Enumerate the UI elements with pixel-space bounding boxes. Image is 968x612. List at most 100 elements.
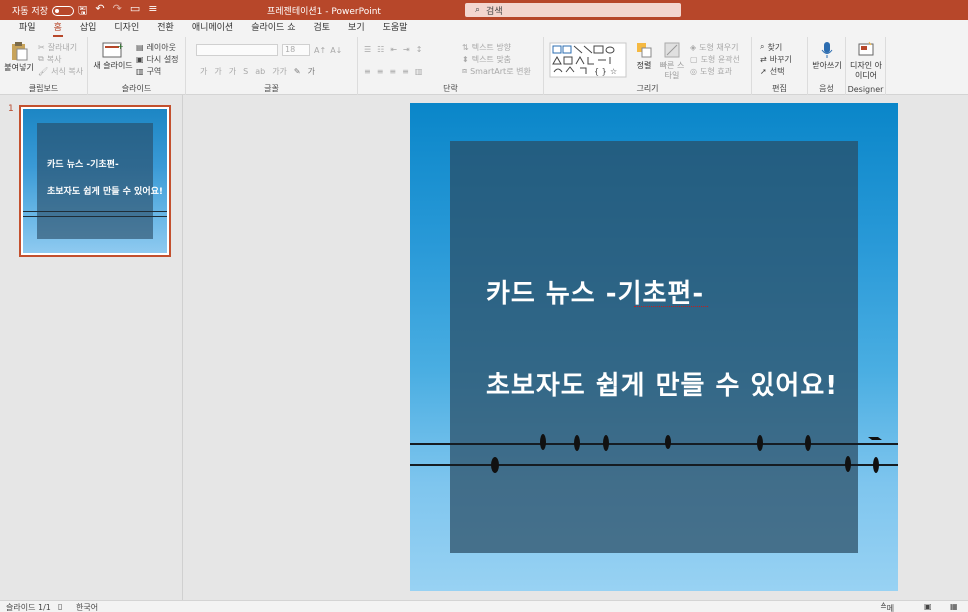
designer-group: 디자인 아이디어 Designer <box>846 37 886 95</box>
columns-icon[interactable]: ▥ <box>415 67 423 76</box>
copy-button[interactable]: ⧉ 복사 <box>38 53 83 65</box>
italic-icon[interactable]: 가 <box>214 66 221 77</box>
decrease-indent-icon[interactable]: ⇤ <box>390 45 397 54</box>
font-size-dropdown[interactable]: 18 <box>282 44 310 56</box>
quick-styles-button[interactable]: 빠른 스타일 <box>658 41 686 81</box>
tab-slideshow[interactable]: 슬라이드 쇼 <box>242 20 304 37</box>
slide-subtitle[interactable]: 초보자도 쉽게 만들 수 있어요! <box>486 365 838 402</box>
find-icon: ⌕ <box>760 42 765 51</box>
character-spacing-icon[interactable]: ab <box>255 67 265 76</box>
customize-quick-access-icon[interactable]: ≡ <box>148 2 157 21</box>
slides-group-label: 슬라이드 <box>121 84 152 93</box>
editing-group: ⌕ 찾기 ⇄ 바꾸기 ➚ 선택 편집 <box>752 37 808 95</box>
new-slide-label: 새 슬라이드 <box>93 61 133 70</box>
spellcheck-underline <box>634 305 708 307</box>
tab-home[interactable]: 홈 <box>45 20 71 37</box>
shapes-gallery[interactable]: { } ☆ <box>548 41 628 79</box>
text-direction-icon: ⇅ <box>462 42 469 52</box>
tab-help[interactable]: 도움말 <box>374 20 417 37</box>
shrink-font-icon[interactable]: A↓ <box>330 44 342 56</box>
autosave-toggle[interactable] <box>51 5 74 16</box>
layout-icon: ▤ <box>136 42 144 52</box>
reset-icon: ▣ <box>136 54 144 64</box>
save-icon[interactable]: 🖫 <box>78 2 87 21</box>
layout-button[interactable]: ▤ 레이아웃 <box>136 41 179 53</box>
normal-view-icon[interactable]: ▣ <box>924 602 932 611</box>
tab-insert[interactable]: 삽입 <box>71 20 106 37</box>
shape-effects-button[interactable]: ◎ 도형 효과 <box>690 65 740 77</box>
section-icon: ▥ <box>136 66 144 76</box>
align-text-button[interactable]: ⬍ 텍스트 맞춤 <box>462 53 531 65</box>
align-left-icon[interactable]: ≡ <box>364 67 371 76</box>
grow-font-icon[interactable]: A↑ <box>314 44 326 56</box>
align-right-icon[interactable]: ≡ <box>389 67 396 76</box>
font-name-dropdown[interactable] <box>196 44 278 56</box>
text-direction-button[interactable]: ⇅ 텍스트 방향 <box>462 41 531 53</box>
clipboard-group: 붙여넣기 ✂ 잘라내기 ⧉ 복사 🖌 서식 복사 클립보드 <box>0 37 88 95</box>
shape-fill-button[interactable]: ◈ 도형 채우기 <box>690 41 740 53</box>
clipboard-group-label: 클립보드 <box>28 84 59 93</box>
design-ideas-icon <box>858 41 874 56</box>
editing-group-label: 편집 <box>772 84 787 93</box>
shape-effects-icon: ◎ <box>690 66 697 76</box>
find-button[interactable]: ⌕ 찾기 <box>760 41 792 53</box>
search-icon: ⌕ <box>475 5 481 15</box>
smartart-icon: ⧈ <box>462 66 468 75</box>
dictate-label: 받아쓰기 <box>812 61 842 70</box>
new-slide-icon: + <box>102 42 124 58</box>
select-button[interactable]: ➚ 선택 <box>760 65 792 77</box>
format-painter-button[interactable]: 🖌 서식 복사 <box>38 65 83 77</box>
shape-outline-button[interactable]: ▢ 도형 윤곽선 <box>690 53 740 65</box>
title-bar: 자동 저장 🖫 ↶ ↷ ▭ ≡ 프레젠테이션1 - PowerPoint ⌕ 검… <box>0 0 968 20</box>
slide-thumbnail[interactable]: 카드 뉴스 -기초편- 초보자도 쉽게 만들 수 있어요! <box>19 105 171 257</box>
tab-review[interactable]: 검토 <box>304 20 339 37</box>
language-indicator[interactable]: 한국어 <box>76 602 98 612</box>
paragraph-group: ☰ ☷ ⇤ ⇥ ↕ ≡ ≡ ≡ ≡ ▥ ⇅ 텍스트 방향 ⬍ 텍스트 맞춤 ⧈ Sma… <box>358 37 544 95</box>
design-ideas-button[interactable]: 디자인 아이디어 <box>848 41 884 81</box>
replace-button[interactable]: ⇄ 바꾸기 <box>760 53 792 65</box>
new-slide-button[interactable]: + 새 슬라이드 <box>92 41 134 71</box>
tab-design[interactable]: 디자인 <box>105 20 148 37</box>
undo-icon[interactable]: ↶ <box>95 2 104 21</box>
bullets-icon[interactable]: ☰ <box>364 45 371 54</box>
paste-button[interactable]: 붙여넣기 <box>4 41 34 73</box>
increase-indent-icon[interactable]: ⇥ <box>403 45 410 54</box>
slide-sorter-icon[interactable]: ▦ <box>950 602 958 611</box>
text-highlight-icon[interactable]: 가 <box>308 66 315 77</box>
dictate-button[interactable]: 받아쓰기 <box>812 41 842 71</box>
format-painter-icon: 🖌 <box>38 66 49 76</box>
arrange-label: 정렬 <box>636 61 652 70</box>
tab-view[interactable]: 보기 <box>339 20 374 37</box>
shape-fill-icon: ◈ <box>690 42 697 52</box>
accessibility-icon[interactable]: ▯ <box>58 602 62 611</box>
bold-icon[interactable]: 가 <box>200 66 207 77</box>
quick-styles-label: 빠른 스타일 <box>659 61 685 80</box>
start-from-beginning-icon[interactable]: ▭ <box>130 2 140 21</box>
tab-animations[interactable]: 애니메이션 <box>183 20 242 37</box>
justify-icon[interactable]: ≡ <box>402 67 409 76</box>
tab-file[interactable]: 파일 <box>10 20 45 37</box>
replace-icon: ⇄ <box>760 54 767 64</box>
search-box[interactable]: ⌕ 검색 <box>465 3 681 17</box>
line-spacing-icon[interactable]: ↕ <box>416 45 423 54</box>
change-case-icon[interactable]: 가가 <box>272 66 287 77</box>
cut-button[interactable]: ✂ 잘라내기 <box>38 41 83 53</box>
quick-styles-icon <box>664 42 680 58</box>
section-button[interactable]: ▥ 구역 <box>136 65 179 77</box>
tab-transitions[interactable]: 전환 <box>148 20 183 37</box>
autosave-control[interactable]: 자동 저장 <box>12 4 74 17</box>
font-color-icon[interactable]: ✎ <box>294 67 301 76</box>
reset-button[interactable]: ▣ 다시 설정 <box>136 53 179 65</box>
smartart-button[interactable]: ⧈ SmartArt로 변환 <box>462 65 531 77</box>
search-placeholder: 검색 <box>486 6 503 17</box>
numbering-icon[interactable]: ☷ <box>377 45 384 54</box>
slide-number: 1 <box>8 104 14 114</box>
arrange-button[interactable]: 정렬 <box>632 41 656 71</box>
notes-button[interactable]: ≙ 메모 <box>880 602 894 612</box>
autosave-label: 자동 저장 <box>12 7 48 17</box>
underline-icon[interactable]: 가 <box>229 66 236 77</box>
align-center-icon[interactable]: ≡ <box>377 67 384 76</box>
redo-icon[interactable]: ↷ <box>113 2 122 21</box>
strikethrough-icon[interactable]: S <box>243 67 248 76</box>
slide-canvas[interactable]: 카드 뉴스 -기초편- 초보자도 쉽게 만들 수 있어요! <box>410 103 898 591</box>
